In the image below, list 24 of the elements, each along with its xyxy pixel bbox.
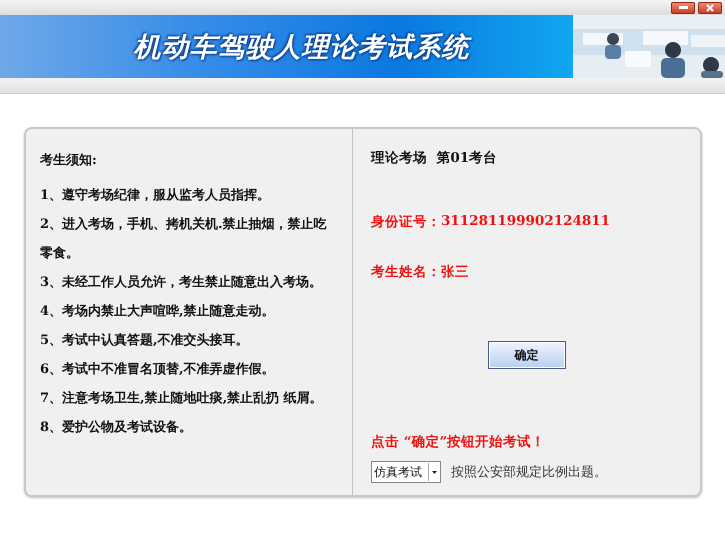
notice-item: 8、爱护公物及考试设备。: [40, 418, 194, 437]
start-hint: 点击 “确定”按钮开始考试！: [371, 433, 546, 451]
close-icon: [706, 4, 714, 12]
app-title: 机动车驾驶人理论考试系统: [134, 28, 470, 64]
id-number: 311281199902124811: [441, 213, 610, 231]
caret-icon: [432, 470, 437, 474]
name-label: 考生姓名：: [371, 263, 441, 281]
minimize-button[interactable]: [671, 2, 695, 14]
id-label: 身份证号：: [371, 213, 441, 231]
notice-item: 4、考场内禁止大声喧哗,禁止随意走动。: [40, 302, 276, 321]
notice-item: 6、考试中不准冒名顶替,不准弄虚作假。: [40, 361, 276, 379]
mode-note: 按照公安部规定比例出题。: [451, 464, 607, 481]
notice-item: 1、遵守考场纪律，服从监考人员指挥。: [40, 186, 272, 205]
notice-heading: 考生须知:: [40, 152, 98, 169]
notice-item: 7、注意考场卫生,禁止随地吐痰,禁止乱扔 纸屑。: [40, 390, 324, 408]
station-label: 理论考场 第01考台: [371, 149, 498, 167]
mode-select[interactable]: 仿真考试: [371, 461, 441, 483]
notice-item: 2、进入考场，手机、拷机关机.禁止抽烟，禁止吃零食。: [40, 216, 328, 263]
notice-item: 3、未经工作人员允许，考生禁止随意出入考场。: [40, 274, 324, 292]
notice-item: 5、考试中认真答题,不准交头接耳。: [40, 332, 250, 350]
minimize-icon: [678, 6, 688, 9]
close-button[interactable]: [698, 2, 722, 14]
confirm-button[interactable]: 确定: [488, 341, 566, 369]
candidate-name: 张三: [441, 263, 469, 281]
